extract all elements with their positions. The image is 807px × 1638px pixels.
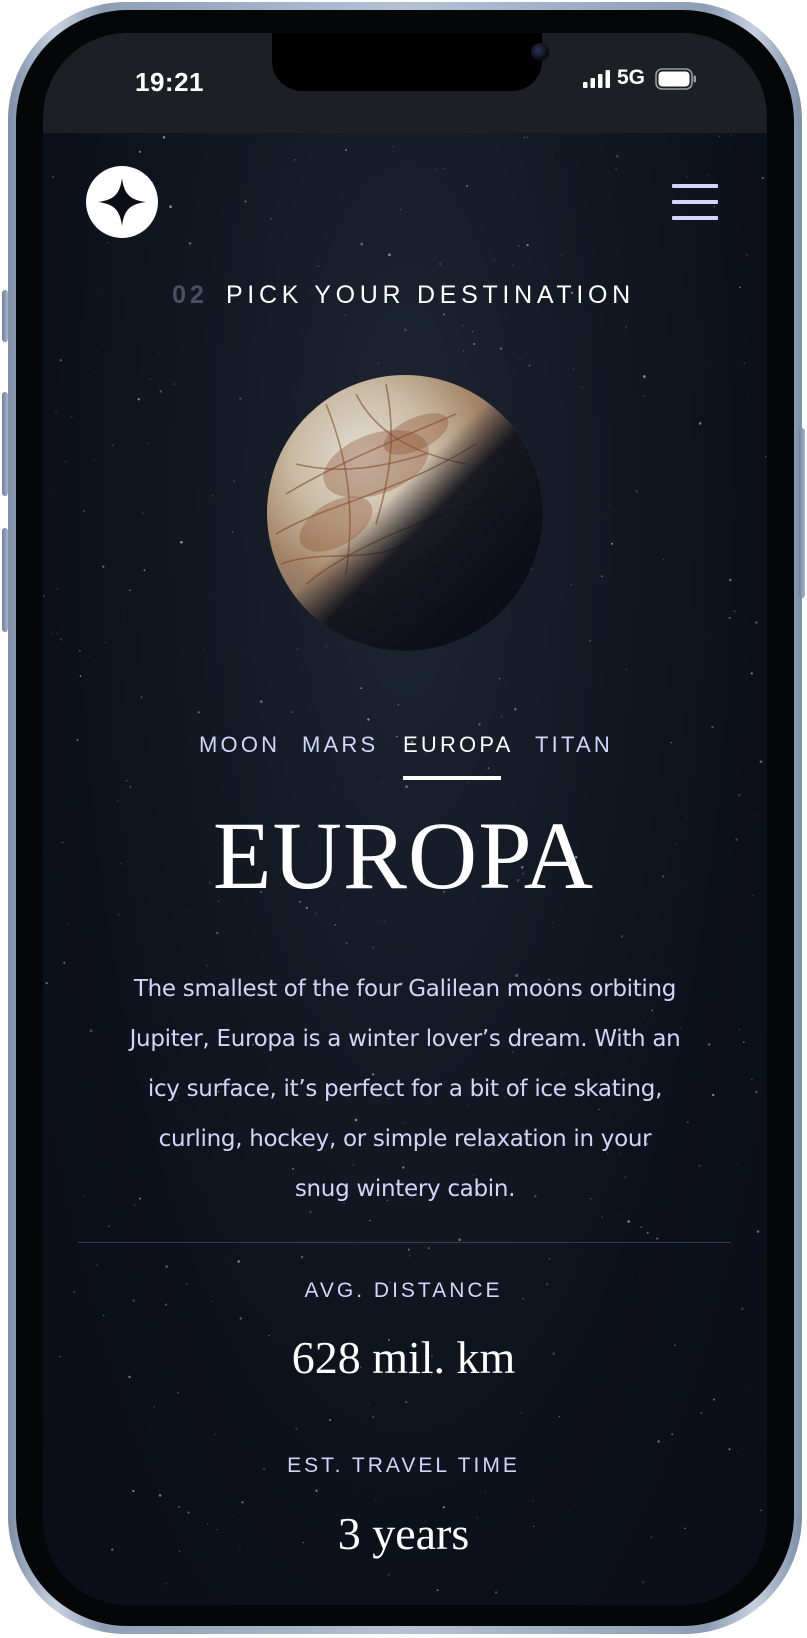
avg-distance-value: 628 mil. km xyxy=(291,1332,516,1383)
signal-strength-icon xyxy=(583,70,610,88)
page-number: 02 xyxy=(172,281,208,309)
travel-time-label: EST. TRAVEL TIME xyxy=(287,1454,520,1477)
power-button xyxy=(799,428,805,598)
front-camera-icon xyxy=(531,43,549,61)
tab-europa[interactable]: EUROPA xyxy=(403,732,513,758)
active-tab-indicator xyxy=(403,776,501,780)
page-title: PICK YOUR DESTINATION xyxy=(225,281,635,309)
status-time: 19:21 xyxy=(135,67,204,97)
volume-up-button xyxy=(2,392,8,496)
europa-planet-image xyxy=(267,375,543,651)
hamburger-menu-icon[interactable] xyxy=(672,182,718,222)
volume-down-button xyxy=(2,528,8,632)
tab-mars[interactable]: MARS xyxy=(302,732,378,758)
tab-titan[interactable]: TITAN xyxy=(535,732,613,758)
star-logo-icon[interactable] xyxy=(86,166,158,238)
destination-tabs: MOON MARS EUROPA TITAN xyxy=(0,732,807,784)
travel-time-value: 3 years xyxy=(337,1508,470,1559)
divider xyxy=(78,1242,731,1243)
tab-moon[interactable]: MOON xyxy=(199,732,280,758)
battery-icon xyxy=(655,68,696,90)
destination-description: The smallest of the four Galilean moons … xyxy=(129,976,681,1202)
page-heading: 02 PICK YOUR DESTINATION xyxy=(0,281,807,310)
destination-name: EUROPA xyxy=(212,802,595,909)
network-type: 5G xyxy=(617,66,646,89)
notch xyxy=(272,33,549,91)
avg-distance-label: AVG. DISTANCE xyxy=(304,1279,503,1302)
